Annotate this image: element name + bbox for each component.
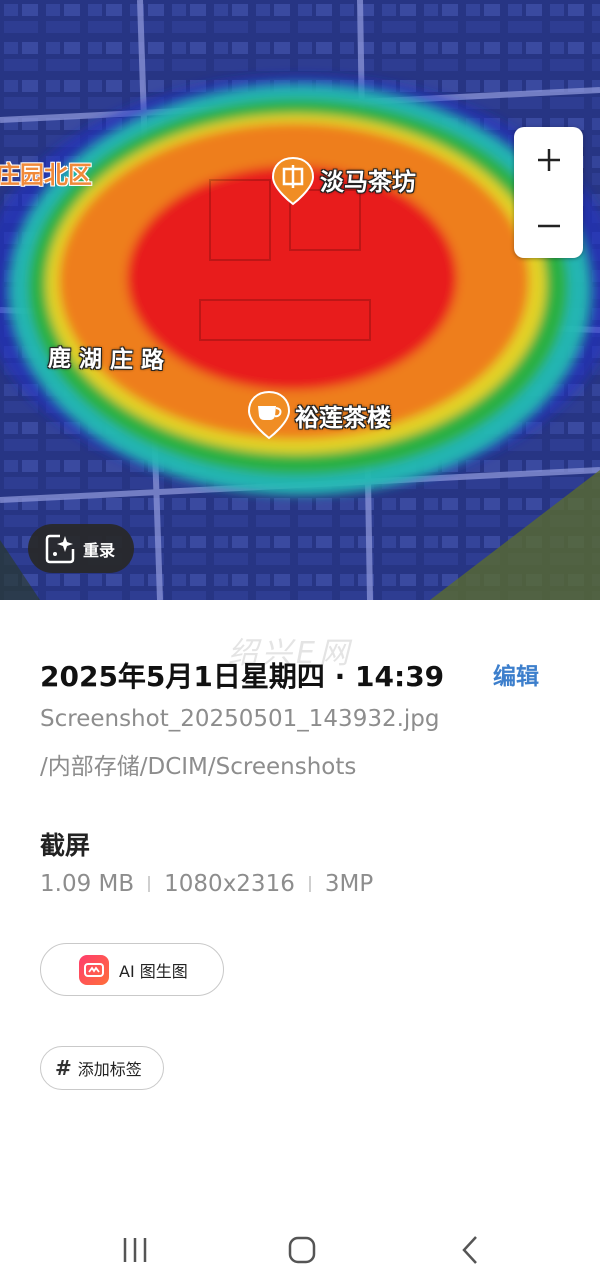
map-view[interactable]: 庄园北区 鹿湖庄路 淡马茶坊 裕莲茶楼 重录: [0, 0, 600, 600]
file-name: Screenshot_20250501_143932.jpg: [40, 706, 440, 732]
image-type: 截屏: [40, 831, 91, 860]
ai-image-label: AI 图生图: [119, 961, 188, 981]
poi-label-1[interactable]: 淡马茶坊: [320, 162, 416, 197]
sparkle-edit-icon: [45, 534, 75, 563]
file-size: 1.09 MB: [40, 871, 135, 897]
back-button[interactable]: [445, 1230, 495, 1270]
image-specs: 1.09 MB 1080x2316 3MP: [40, 871, 373, 897]
add-tag-label: 添加标签: [77, 1060, 142, 1079]
zoom-control: [514, 127, 583, 258]
poi-label-2[interactable]: 裕莲茶楼: [295, 398, 391, 433]
zoom-out-button[interactable]: [514, 193, 583, 258]
zoom-in-button[interactable]: [514, 127, 583, 192]
edit-button[interactable]: 编辑: [493, 657, 539, 691]
teacup-icon[interactable]: [246, 390, 292, 440]
minus-icon: [537, 224, 560, 227]
megapixels: 3MP: [324, 871, 374, 897]
remaster-button[interactable]: 重录: [28, 524, 134, 573]
file-path: /内部存储/DCIM/Screenshots: [40, 754, 357, 780]
date-time: 2025年5月1日星期四 · 14:39: [40, 660, 445, 693]
road-label: 鹿湖庄路: [47, 345, 173, 375]
back-icon: [462, 1236, 477, 1264]
ai-image-button[interactable]: AI 图生图: [40, 943, 224, 996]
area-label: 庄园北区: [0, 161, 92, 189]
home-icon: [288, 1236, 316, 1264]
system-nav-bar: [0, 1210, 600, 1287]
resolution: 1080x2316: [164, 871, 295, 897]
add-tag-button[interactable]: # 添加标签: [40, 1046, 164, 1090]
shop-icon[interactable]: [270, 156, 316, 206]
remaster-label: 重录: [83, 540, 116, 560]
ai-app-icon: [79, 954, 109, 985]
plus-icon: [537, 148, 560, 171]
divider: [148, 876, 151, 892]
divider: [308, 876, 311, 892]
recents-button[interactable]: [110, 1230, 160, 1270]
hash-icon: #: [55, 1056, 72, 1080]
home-button[interactable]: [277, 1230, 327, 1270]
recents-icon: [123, 1238, 147, 1262]
heatmap-layer: [0, 0, 600, 600]
